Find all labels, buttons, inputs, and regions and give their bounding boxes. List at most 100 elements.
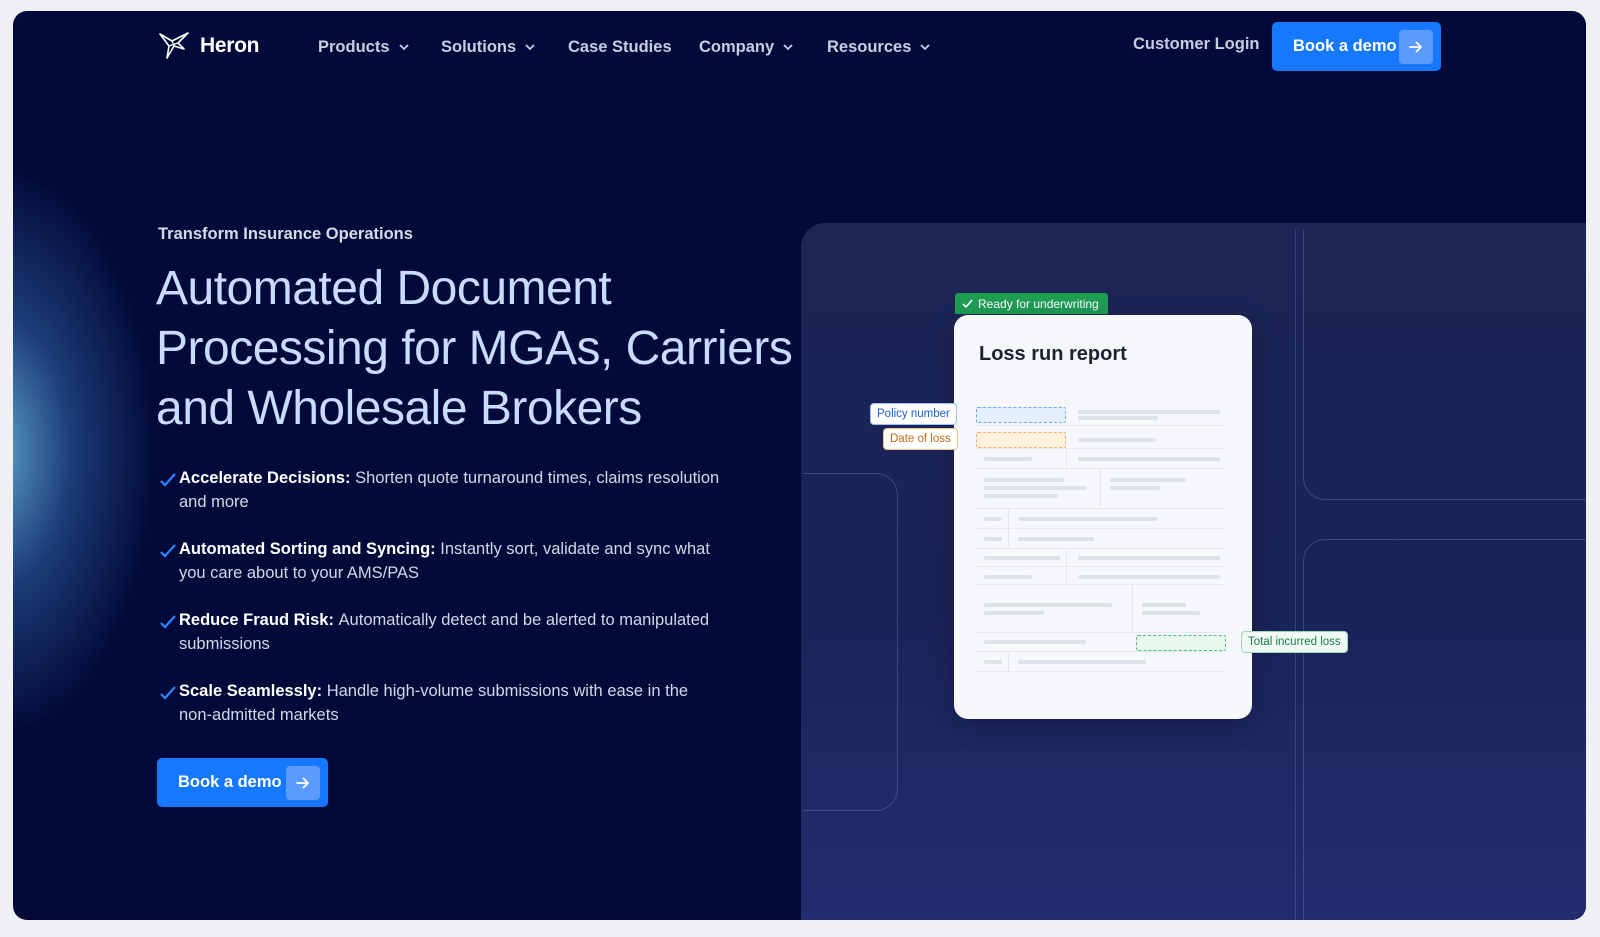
menu-label: Company [699,37,775,56]
feature-title: Reduce Fraud Risk: [179,611,339,629]
policy-number-tag: Policy number [870,403,957,425]
col-divider [1066,548,1067,584]
panel-divider [1295,229,1296,920]
col-divider [1100,468,1101,508]
panel-tile [1303,539,1586,920]
text-line [1078,410,1220,414]
col-divider [1066,448,1067,468]
left-glow [13,171,153,731]
checkmark-icon [160,686,176,700]
hero-headline: Automated Document Processing for MGAs, … [156,259,836,439]
text-line [984,611,1044,615]
menu-label: Case Studies [568,37,672,56]
text-line [1078,457,1220,461]
feature-title: Automated Sorting and Syncing: [179,540,441,558]
text-line [984,478,1064,482]
feature-item: Automated Sorting and Syncing: Instantly… [160,537,720,608]
row-divider [976,425,1224,426]
ready-status-badge: Ready for underwriting [955,293,1108,314]
date-of-loss-tag: Date of loss [883,428,958,450]
col-divider [1008,651,1009,671]
menu-company[interactable]: Company [699,35,794,59]
text-line [1110,478,1186,482]
text-line [984,660,1002,664]
chevron-down-icon [783,44,793,51]
text-line [1018,517,1158,521]
row-divider [976,584,1224,585]
text-line [984,640,1086,644]
hero-frame: Heron Products Solutions Case Studies Co… [13,11,1586,920]
checkmark-icon [160,544,176,558]
feature-title: Scale Seamlessly: [179,682,327,700]
col-divider [1008,508,1009,548]
highlight-date-field [976,432,1066,448]
menu-resources[interactable]: Resources [827,35,931,59]
nav-book-demo-button[interactable]: Book a demo [1272,22,1441,71]
menu-solutions[interactable]: Solutions [441,35,536,59]
checkmark-icon [160,615,176,629]
text-line [984,486,1086,490]
row-divider [976,448,1224,449]
row-divider [976,671,1224,672]
document-title: Loss run report [979,343,1127,365]
text-line [1078,556,1220,560]
text-line [1142,603,1186,607]
text-line [984,537,1002,541]
headline-line: Processing for MGAs, Carriers [156,322,793,375]
feature-item: Reduce Fraud Risk: Automatically detect … [160,608,720,679]
chevron-down-icon [920,44,931,51]
headline-line: Automated Document [156,262,612,315]
menu-label: Solutions [441,37,517,56]
text-line [984,494,1058,498]
highlight-total-field [1136,635,1226,651]
menu-label: Products [318,37,390,56]
brand-logo[interactable]: Heron [158,31,259,61]
row-divider [976,528,1224,529]
row-divider [976,632,1224,633]
customer-login-link[interactable]: Customer Login [1133,35,1260,54]
text-line [1078,416,1158,420]
text-line [984,457,1032,461]
text-line [984,603,1112,607]
menu-case-studies[interactable]: Case Studies [568,35,672,59]
button-label: Book a demo [1293,37,1397,55]
arrow-right-icon [1399,29,1433,64]
headline-line: and Wholesale Brokers [156,382,642,435]
text-line [1018,660,1146,664]
text-line [984,517,1002,521]
row-divider [976,651,1224,652]
brand-name: Heron [200,34,260,57]
text-line [1078,438,1156,442]
hero-eyebrow: Transform Insurance Operations [158,225,413,243]
check-icon [962,299,973,309]
panel-tile [1303,229,1586,500]
row-divider [976,566,1224,567]
text-line [984,556,1060,560]
arrow-right-icon [286,765,320,800]
row-divider [976,508,1224,509]
feature-item: Scale Seamlessly: Handle high-volume sub… [160,679,720,750]
total-incurred-loss-tag: Total incurred loss [1241,631,1348,653]
chevron-down-icon [525,44,535,51]
col-divider [1132,584,1133,632]
badge-label: Ready for underwriting [978,296,1099,311]
feature-list: Accelerate Decisions: Shorten quote turn… [160,466,720,750]
menu-products[interactable]: Products [318,35,410,59]
highlight-policy-field [976,407,1066,423]
feature-item: Accelerate Decisions: Shorten quote turn… [160,466,720,537]
top-nav: Heron Products Solutions Case Studies Co… [13,11,1586,83]
menu-label: Resources [827,37,912,56]
chevron-down-icon [398,44,409,51]
text-line [1110,486,1160,490]
hero-book-demo-button[interactable]: Book a demo [157,758,328,807]
heron-bird-icon [159,32,189,59]
button-label: Book a demo [178,773,282,791]
panel-tile [803,473,898,811]
row-divider [976,548,1224,549]
feature-title: Accelerate Decisions: [179,469,356,487]
document-preview-lines [976,400,1226,680]
checkmark-icon [160,473,176,487]
text-line [1142,611,1200,615]
text-line [1018,537,1094,541]
text-line [1078,575,1220,579]
